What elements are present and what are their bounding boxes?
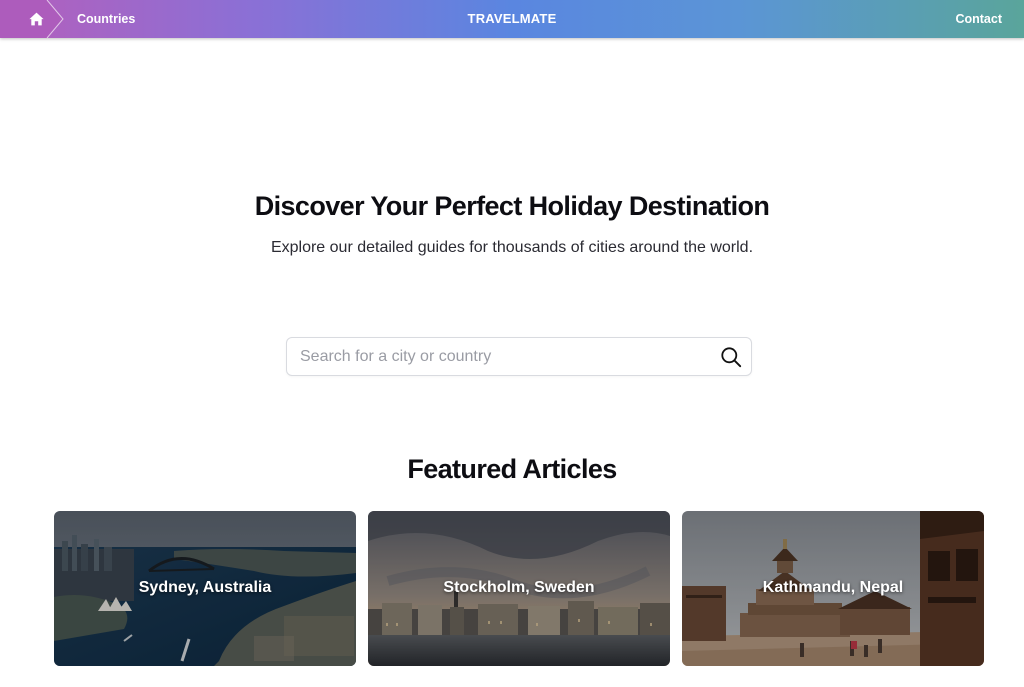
article-label: Sydney, Australia xyxy=(138,579,272,596)
hero-title: Discover Your Perfect Holiday Destinatio… xyxy=(254,191,770,221)
top-nav-bar: Countries TRAVELMATE Contact xyxy=(0,0,1024,38)
search-input[interactable] xyxy=(300,338,710,375)
search-icon[interactable] xyxy=(720,346,742,368)
article-label: Stockholm, Sweden xyxy=(443,579,595,596)
featured-articles-heading: Featured Articles xyxy=(407,454,617,484)
home-breadcrumb-button[interactable] xyxy=(0,0,64,38)
hero-subtitle: Explore our detailed guides for thousand… xyxy=(270,239,754,256)
brand-logo[interactable]: TRAVELMATE xyxy=(468,11,557,26)
breadcrumb-countries-link[interactable]: Countries xyxy=(77,0,135,38)
contact-link[interactable]: Contact xyxy=(955,0,1002,38)
article-card-stockholm[interactable]: Stockholm, Sweden xyxy=(368,511,670,666)
article-card-kathmandu[interactable]: Kathmandu, Nepal xyxy=(682,511,984,666)
search-box xyxy=(286,337,752,376)
brand-logo-wrapper: TRAVELMATE xyxy=(0,0,1024,38)
home-icon xyxy=(29,12,44,26)
article-card-sydney[interactable]: Sydney, Australia xyxy=(54,511,356,666)
article-label: Kathmandu, Nepal xyxy=(762,579,904,596)
